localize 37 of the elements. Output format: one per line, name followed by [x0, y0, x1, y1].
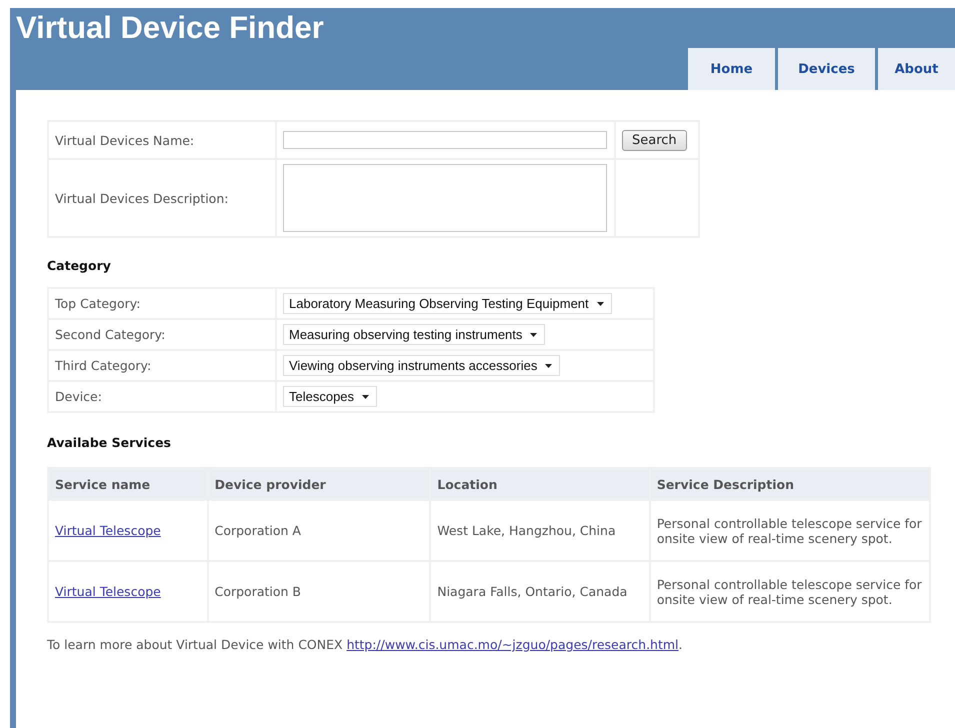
- site-title: Virtual Device Finder: [15, 9, 325, 47]
- caret-icon: [530, 332, 538, 336]
- column-header: Service name: [48, 468, 208, 500]
- caret-icon: [545, 364, 552, 368]
- research-link[interactable]: http://www.cis.umac.mo/~jzguo/pages/research.html: [346, 637, 679, 652]
- table-cell: West Lake, Hangzhou, China: [430, 500, 650, 561]
- category-dropdown[interactable]: Viewing observing instruments accessories: [283, 355, 560, 376]
- nav-tab[interactable]: About: [878, 48, 955, 90]
- table-cell: Niagara Falls, Ontario, Canada: [430, 561, 650, 622]
- description-input[interactable]: [283, 164, 607, 232]
- footer-note: To learn more about Virtual Device with CONEX http://www.cis.umac.mo/~jzguo/pages/research.html.: [47, 637, 684, 652]
- name-input[interactable]: [283, 131, 607, 149]
- service-link[interactable]: Virtual Telescope: [55, 584, 161, 599]
- field-label: Device:: [48, 381, 276, 412]
- column-header: Location: [430, 468, 650, 500]
- column-header: Service Description: [650, 468, 930, 500]
- section-heading: Category: [47, 258, 112, 273]
- table-cell: Personal controllable telescope service for onsite view of real-time scenery spot.: [650, 561, 930, 622]
- table-cell: Corporation B: [208, 561, 430, 622]
- column-header: Device provider: [208, 468, 430, 500]
- category-dropdown[interactable]: Laboratory Measuring Observing Testing Equipment: [283, 293, 612, 314]
- search-button[interactable]: Search: [622, 130, 687, 150]
- field-label: Top Category:: [48, 288, 276, 319]
- table-cell: Corporation A: [208, 500, 430, 561]
- field-label: Virtual Devices Name:: [48, 121, 276, 159]
- caret-icon: [596, 302, 604, 306]
- table-cell: Personal controllable telescope service for onsite view of real-time scenery spot.: [650, 500, 930, 561]
- field-label: Virtual Devices Description:: [48, 159, 276, 237]
- category-dropdown[interactable]: Measuring observing testing instruments: [283, 324, 546, 345]
- section-heading: Availabe Services: [47, 435, 172, 450]
- nav-tab[interactable]: Home: [688, 48, 775, 90]
- field-label: Second Category:: [48, 319, 276, 350]
- service-link[interactable]: Virtual Telescope: [55, 523, 161, 538]
- field-label: Third Category:: [48, 350, 276, 381]
- caret-icon: [362, 394, 370, 398]
- nav-tab[interactable]: Devices: [778, 48, 875, 90]
- category-dropdown[interactable]: Telescopes: [283, 386, 378, 407]
